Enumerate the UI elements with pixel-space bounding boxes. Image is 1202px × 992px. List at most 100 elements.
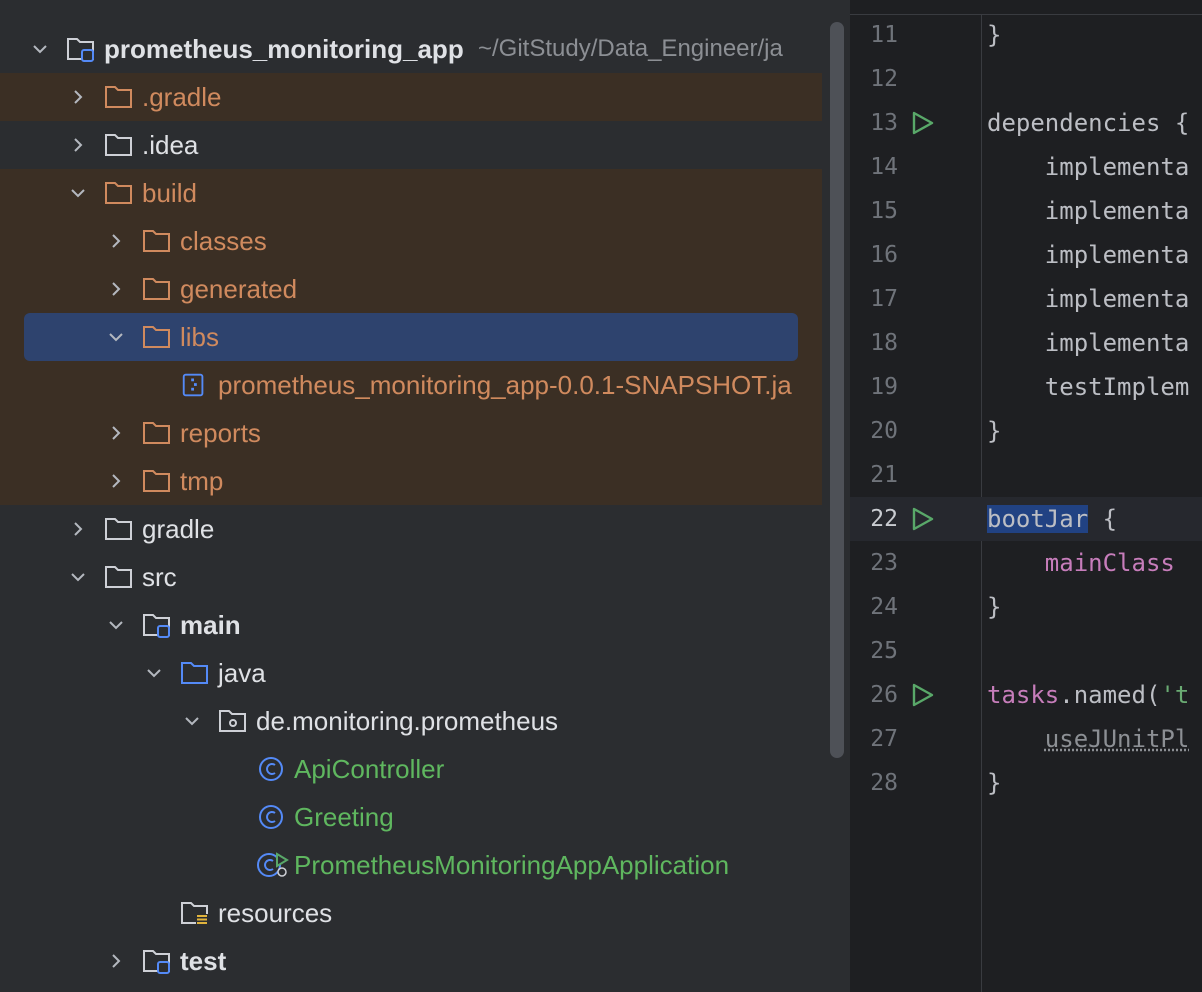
chevron-right-icon[interactable] [107, 280, 125, 298]
tree-row-package[interactable]: de.monitoring.prometheus [0, 697, 822, 745]
line-number: 13 [870, 110, 898, 136]
code-line[interactable]: 18 implementa [850, 321, 1202, 365]
tree-row-classes[interactable]: classes [0, 217, 822, 265]
chevron-right-icon[interactable] [69, 88, 87, 106]
tree-label-main: main [180, 610, 241, 640]
chevron-down-icon[interactable] [69, 568, 87, 586]
code-text: useJUnitPl [987, 717, 1190, 761]
tree-label-test: test [180, 946, 227, 976]
run-gutter-icon[interactable] [908, 681, 936, 709]
tree-label-libs: libs [180, 322, 220, 352]
code-line[interactable]: 25 [850, 629, 1202, 673]
tree-label-api-controller: ApiController [294, 754, 445, 784]
code-line[interactable]: 16 implementa [850, 233, 1202, 277]
run-gutter-icon[interactable] [908, 109, 936, 137]
excluded-folder-icon [104, 180, 134, 206]
inspection-underlined-token: useJUnitPl [1044, 725, 1190, 753]
code-line[interactable]: 14 implementa [850, 145, 1202, 189]
tree-scrollbar[interactable] [830, 22, 844, 758]
line-number: 19 [870, 374, 898, 400]
root-path-hint: ~/GitStudy/Data_Engineer/ja [478, 35, 783, 62]
excluded-folder-icon [142, 324, 172, 350]
class-icon [256, 756, 286, 782]
code-text: dependencies { [987, 109, 1190, 137]
tree-row-greeting[interactable]: Greeting [0, 793, 822, 841]
line-number: 28 [870, 770, 898, 796]
code-line[interactable]: 27 useJUnitPl [850, 717, 1202, 761]
line-number: 12 [870, 66, 898, 92]
excluded-folder-icon [142, 420, 172, 446]
chevron-down-icon[interactable] [183, 712, 201, 730]
tree-row-dot-gradle[interactable]: .gradle [0, 73, 822, 121]
tree-label-build: build [142, 178, 197, 208]
folder-icon [104, 132, 134, 158]
code-line[interactable]: 28} [850, 761, 1202, 805]
line-number: 15 [870, 198, 898, 224]
tree-row-generated[interactable]: generated [0, 265, 822, 313]
tree-row-root[interactable]: prometheus_monitoring_app ~/GitStudy/Dat… [0, 25, 822, 73]
code-text: mainClass [987, 541, 1175, 585]
tree-row-main[interactable]: main [0, 601, 822, 649]
chevron-right-icon[interactable] [107, 472, 125, 490]
tree-label-dot-gradle: .gradle [142, 82, 222, 112]
chevron-right-icon[interactable] [69, 520, 87, 538]
code-line[interactable]: 15 implementa [850, 189, 1202, 233]
tree-label-src: src [142, 562, 177, 592]
line-number: 27 [870, 726, 898, 752]
line-number: 11 [870, 22, 898, 48]
class-icon [256, 804, 286, 830]
line-number: 22 [870, 506, 898, 532]
tree-row-build[interactable]: build [0, 169, 822, 217]
chevron-right-icon[interactable] [107, 424, 125, 442]
tree-row-idea[interactable]: .idea [0, 121, 822, 169]
tree-label-package: de.monitoring.prometheus [256, 706, 559, 736]
tree-row-libs[interactable]: libs [0, 313, 822, 361]
chevron-right-icon[interactable] [107, 232, 125, 250]
code-text: } [987, 417, 1002, 445]
chevron-right-icon[interactable] [107, 952, 125, 970]
code-line[interactable]: 12 [850, 57, 1202, 101]
chevron-down-icon[interactable] [145, 664, 163, 682]
code-line[interactable]: 22 bootJar { [850, 497, 1202, 541]
code-line[interactable]: 26 tasks.named('t [850, 673, 1202, 717]
chevron-down-icon[interactable] [31, 40, 49, 58]
chevron-right-icon[interactable] [69, 136, 87, 154]
folder-icon [104, 516, 134, 542]
code-text: bootJar { [987, 505, 1118, 533]
code-text: tasks.named('t [987, 681, 1190, 709]
chevron-down-icon[interactable] [107, 616, 125, 634]
line-number: 24 [870, 594, 898, 620]
tree-row-src[interactable]: src [0, 553, 822, 601]
tree-label-generated: generated [180, 274, 298, 304]
tree-row-gradle[interactable]: gradle [0, 505, 822, 553]
code-line[interactable]: 19 testImplem [850, 365, 1202, 409]
code-line[interactable]: 17 implementa [850, 277, 1202, 321]
code-line[interactable]: 20} [850, 409, 1202, 453]
code-line[interactable]: 23 mainClass [850, 541, 1202, 585]
line-number: 26 [870, 682, 898, 708]
tree-row-test[interactable]: test [0, 937, 822, 985]
chevron-down-icon[interactable] [107, 328, 125, 346]
tree-label-gradle: gradle [142, 514, 215, 544]
line-number: 14 [870, 154, 898, 180]
tree-row-jar[interactable]: prometheus_monitoring_app-0.0.1-SNAPSHOT… [0, 361, 822, 409]
code-line[interactable]: 11} [850, 13, 1202, 57]
tree-label-tmp: tmp [180, 466, 224, 496]
tree-row-app-application[interactable]: PrometheusMonitoringAppApplication [0, 841, 822, 889]
code-text: } [987, 769, 1002, 797]
tree-label-java: java [218, 658, 266, 688]
code-line[interactable]: 24} [850, 585, 1202, 629]
code-line[interactable]: 21 [850, 453, 1202, 497]
code-editor[interactable]: 11} 12 13 dependencies {14 implementa 15 imp… [850, 0, 1202, 992]
root-project-name: prometheus_monitoring_app [104, 34, 464, 64]
line-number: 25 [870, 638, 898, 664]
run-gutter-icon[interactable] [908, 505, 936, 533]
code-text: implementa [987, 329, 1190, 357]
chevron-down-icon[interactable] [69, 184, 87, 202]
tree-row-tmp[interactable]: tmp [0, 457, 822, 505]
tree-row-reports[interactable]: reports [0, 409, 822, 457]
code-line[interactable]: 13 dependencies { [850, 101, 1202, 145]
tree-row-java[interactable]: java [0, 649, 822, 697]
tree-row-api-controller[interactable]: ApiController [0, 745, 822, 793]
tree-row-resources[interactable]: resources [0, 889, 822, 937]
